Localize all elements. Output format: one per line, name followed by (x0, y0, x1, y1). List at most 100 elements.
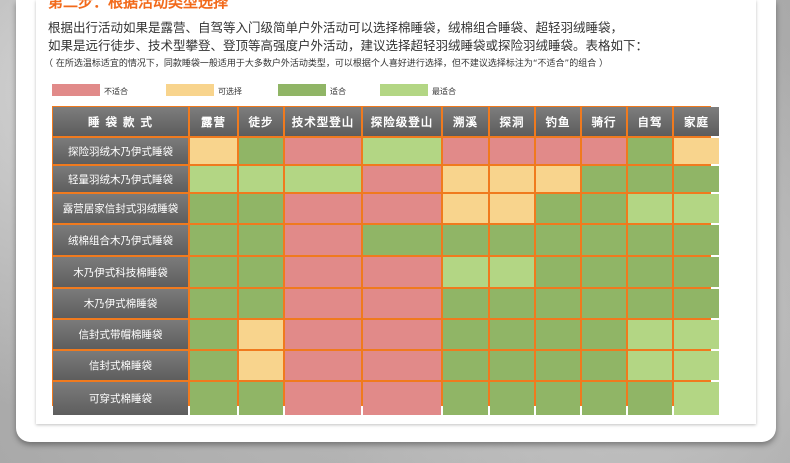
table-cell (363, 351, 441, 380)
table-cell (443, 194, 488, 223)
table-cell (582, 257, 626, 287)
table-cell (628, 320, 672, 349)
table-cell (285, 320, 361, 349)
table-cell (628, 257, 672, 287)
table-cell (443, 138, 488, 164)
table-cell (443, 257, 488, 287)
table-cell (239, 194, 283, 223)
table-cell (536, 257, 580, 287)
table-cell (363, 257, 441, 287)
table-cell (582, 351, 626, 380)
table-cell (285, 138, 361, 164)
table-cell (674, 257, 719, 287)
column-header: 探洞 (490, 107, 534, 136)
table-cell (674, 225, 719, 255)
table-cell (285, 166, 361, 192)
table-cell (582, 166, 626, 192)
column-header: 溯溪 (443, 107, 488, 136)
table-cell (490, 320, 534, 349)
table-cell (363, 194, 441, 223)
table-cell (674, 194, 719, 223)
section-heading: 第二步：根据活动类型选择 (48, 0, 229, 11)
column-header: 钓鱼 (536, 107, 580, 136)
table-cell (490, 382, 534, 415)
table-cell (363, 382, 441, 415)
table-cell (443, 382, 488, 415)
table-cell (674, 382, 719, 415)
row-header: 信封式棉睡袋 (53, 351, 188, 380)
table-cell (490, 225, 534, 255)
legend-swatch (166, 84, 214, 96)
table-cell (190, 138, 237, 164)
legend-label: 适合 (330, 87, 346, 96)
table-cell (285, 194, 361, 223)
row-header: 信封式带帽棉睡袋 (53, 320, 188, 349)
table-cell (628, 225, 672, 255)
table-cell (239, 138, 283, 164)
column-header: 家庭 (674, 107, 719, 136)
table-cell (190, 257, 237, 287)
table-cell (443, 289, 488, 318)
table-corner-header: 睡 袋 款 式 (53, 107, 188, 136)
table-cell (239, 289, 283, 318)
table-cell (363, 225, 441, 255)
row-header: 探险羽绒木乃伊式睡袋 (53, 138, 188, 164)
intro-line-1: 根据出行活动如果是露营、自驾等入门级简单户外活动可以选择棉睡袋，绒棉组合睡袋、超… (48, 20, 624, 35)
legend-swatch (380, 84, 428, 96)
table-cell (490, 194, 534, 223)
table-cell (363, 138, 441, 164)
table-cell (536, 320, 580, 349)
table-cell (239, 166, 283, 192)
table-cell (490, 257, 534, 287)
table-cell (190, 382, 237, 415)
legend-swatch (278, 84, 326, 96)
table-cell (582, 194, 626, 223)
table-cell (490, 138, 534, 164)
table-cell (285, 351, 361, 380)
table-cell (443, 320, 488, 349)
table-cell (239, 382, 283, 415)
table-cell (582, 225, 626, 255)
table-cell (285, 225, 361, 255)
table-cell (239, 351, 283, 380)
table-cell (190, 320, 237, 349)
table-cell (536, 382, 580, 415)
table-cell (190, 351, 237, 380)
table-cell (443, 225, 488, 255)
table-cell (190, 194, 237, 223)
table-cell (239, 225, 283, 255)
table-cell (490, 289, 534, 318)
table-cell (628, 289, 672, 318)
column-header: 技术型登山 (285, 107, 361, 136)
table-cell (363, 289, 441, 318)
column-header: 探险级登山 (363, 107, 441, 136)
row-header: 木乃伊式棉睡袋 (53, 289, 188, 318)
table-cell (674, 138, 719, 164)
table-cell (285, 289, 361, 318)
table-cell (674, 166, 719, 192)
table-cell (674, 289, 719, 318)
table-cell (582, 320, 626, 349)
table-cell (628, 351, 672, 380)
suitability-table: 睡 袋 款 式 露营 徒步 技术型登山 探险级登山 溯溪 探洞 钓鱼 骑行 自驾… (52, 106, 719, 415)
table-cell (628, 138, 672, 164)
row-header: 绒棉组合木乃伊式睡袋 (53, 225, 188, 255)
table-cell (582, 289, 626, 318)
table-cell (239, 257, 283, 287)
table-cell (628, 382, 672, 415)
table-cell (628, 166, 672, 192)
column-header: 自驾 (628, 107, 672, 136)
table-cell (363, 166, 441, 192)
table-cell (190, 166, 237, 192)
table-cell (536, 166, 580, 192)
column-header: 徒步 (239, 107, 283, 136)
legend-label: 最适合 (432, 87, 456, 96)
footnote: （ 在所选温标适宜的情况下，同款睡袋一般适用于大多数户外活动类型，可以根据个人喜… (44, 59, 609, 69)
table-cell (190, 225, 237, 255)
column-header: 骑行 (582, 107, 626, 136)
row-header: 木乃伊式科技棉睡袋 (53, 257, 188, 287)
row-header: 轻量羽绒木乃伊式睡袋 (53, 166, 188, 192)
table-cell (628, 194, 672, 223)
intro-line-2: 如果是远行徒步、技术型攀登、登顶等高强度户外活动，建议选择超轻羽绒睡袋或探险羽绒… (48, 38, 649, 53)
legend-swatch (52, 84, 100, 96)
